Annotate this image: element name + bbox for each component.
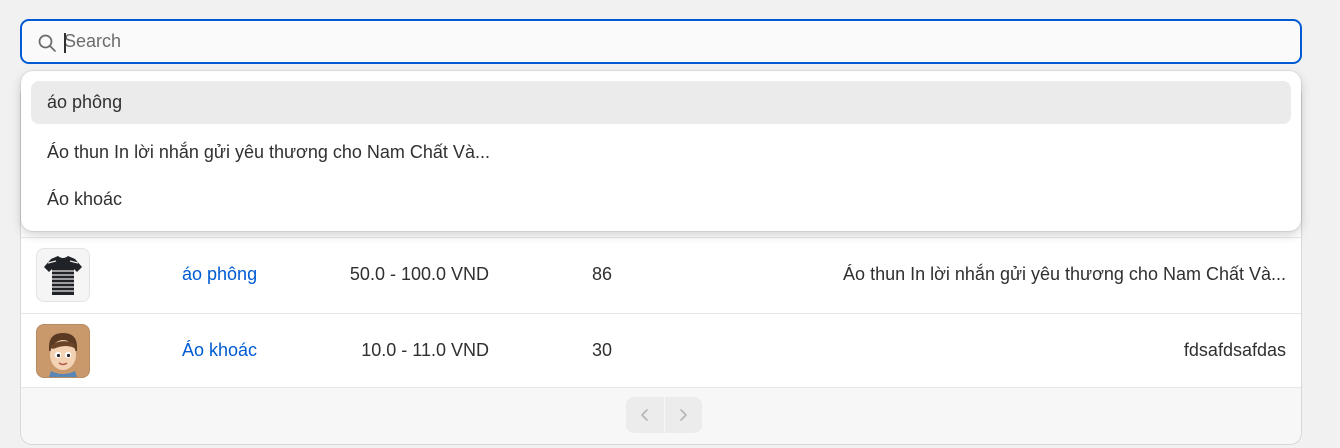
suggestion-option[interactable]: Áo thun In lời nhắn gửi yêu thương cho N… [31,131,1291,174]
product-quantity: 30 [592,340,613,360]
product-thumbnail-avatar [36,324,90,378]
product-thumbnail-tshirt [36,248,90,302]
product-description: Áo thun In lời nhắn gửi yêu thương cho N… [843,264,1286,284]
product-name-link[interactable]: áo phông [182,264,257,285]
table-row[interactable]: Áo khoác 10.0 - 11.0 VND 30 fdsafdsafdas [21,313,1301,389]
suggestion-option[interactable]: Áo khoác [31,178,1291,221]
chevron-left-icon [640,409,648,421]
table-row[interactable]: áo phông 50.0 - 100.0 VND 86 Áo thun In … [21,237,1301,313]
table-footer [21,387,1301,444]
product-description: fdsafdsafdas [1183,340,1286,360]
product-price: 10.0 - 11.0 VND [361,340,489,360]
product-name-link[interactable]: Áo khoác [182,340,257,361]
chevron-right-icon [680,409,688,421]
product-quantity: 86 [592,264,613,284]
product-price: 50.0 - 100.0 VND [349,264,489,284]
previous-page-button[interactable] [626,397,664,433]
search-suggestions-dropdown: áo phông Áo thun In lời nhắn gửi yêu thư… [21,71,1301,231]
next-page-button[interactable] [664,397,702,433]
pagination [626,397,702,433]
suggestion-option[interactable]: áo phông [31,81,1291,124]
search-icon [38,34,56,52]
text-cursor [64,33,66,53]
search-field[interactable] [20,19,1302,64]
search-input[interactable] [62,21,1284,62]
